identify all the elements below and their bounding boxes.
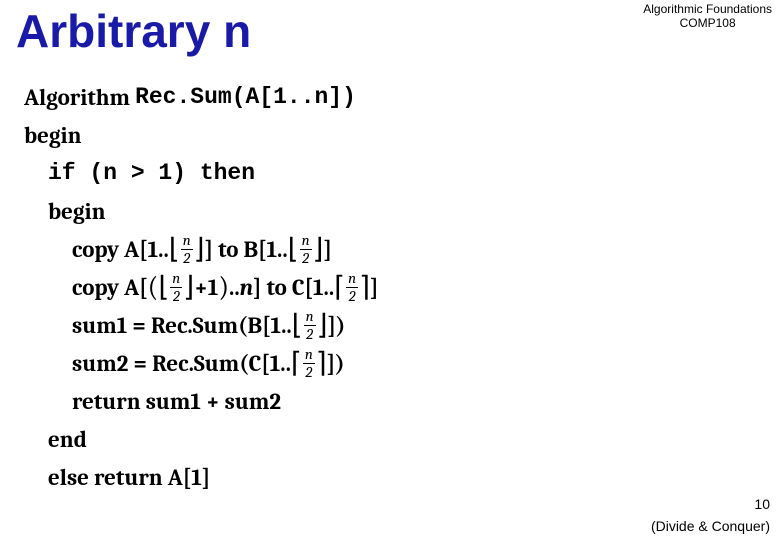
copy2-a: copy A[ [72, 274, 148, 301]
if-cond: if (n > 1) then [48, 160, 255, 186]
copy1-a: copy A[1.. [72, 236, 169, 263]
ceil-right-icon [359, 273, 370, 301]
algo-line-10: else return A[1] [24, 458, 378, 496]
sum1-a: sum1 = Rec.Sum(B[1.. [72, 312, 292, 339]
algo-line-5: copy A[ n2 +1 .. n ] to C[1.. n2 ] [24, 268, 378, 306]
algo-line-8: return sum1 + sum2 [24, 382, 378, 420]
copy2-e: ] [370, 274, 378, 301]
sum1-b: ]) [328, 312, 346, 339]
sum2-a: sum2 = Rec.Sum(C[1.. [72, 350, 291, 377]
ceil-right-icon [316, 349, 327, 377]
copy2-plus1: +1 [194, 274, 218, 301]
floor-right-icon [194, 235, 205, 263]
kw-algorithm: Algorithm [24, 84, 130, 111]
copy1-b: ] to B[1.. [205, 236, 288, 263]
frac-n2-5: n2 [304, 309, 316, 342]
footer-topic: (Divide & Conquer) [651, 518, 770, 534]
copy1-c: ] [323, 236, 331, 263]
paren-left-icon [148, 273, 159, 301]
copy2-d: ] to C[1.. [253, 274, 334, 301]
algo-line-7: sum2 = Rec.Sum(C[1.. n2 ]) [24, 344, 378, 382]
frac-n2-4: n2 [346, 271, 358, 304]
floor-left-icon [292, 311, 303, 339]
course-header: Algorithmic Foundations COMP108 [643, 2, 772, 31]
floor-right-icon [183, 273, 194, 301]
ceil-left-icon [334, 273, 345, 301]
floor-right-icon [317, 311, 328, 339]
frac-n2-1: n2 [181, 233, 193, 266]
algo-line-9: end [24, 420, 378, 458]
ceil-left-icon [291, 349, 302, 377]
frac-n2-3: n2 [170, 271, 182, 304]
frac-n2-2: n2 [300, 233, 312, 266]
sum2-b: ]) [327, 350, 345, 377]
algo-line-6: sum1 = Rec.Sum(B[1.. n2 ]) [24, 306, 378, 344]
algorithm-block: Algorithm Rec.Sum(A[1..n]) begin if (n >… [24, 78, 378, 496]
algo-line-4: copy A[1.. n2 ] to B[1.. n2 ] [24, 230, 378, 268]
floor-left-icon [158, 273, 169, 301]
algo-line-0: Algorithm Rec.Sum(A[1..n]) [24, 78, 378, 116]
var-n: n [240, 274, 253, 301]
algo-signature: Rec.Sum(A[1..n]) [135, 84, 356, 110]
floor-left-icon [169, 235, 180, 263]
algo-line-2: if (n > 1) then [24, 154, 378, 192]
frac-n2-6: n2 [303, 347, 315, 380]
algo-line-3: begin [24, 192, 378, 230]
floor-left-icon [288, 235, 299, 263]
page-number: 10 [754, 496, 770, 512]
slide-title: Arbitrary n [16, 4, 251, 58]
paren-right-icon [218, 273, 229, 301]
course-name: Algorithmic Foundations [643, 2, 772, 16]
copy2-dots: .. [229, 274, 240, 301]
algo-line-1: begin [24, 116, 378, 154]
course-code: COMP108 [643, 16, 772, 30]
floor-right-icon [313, 235, 324, 263]
